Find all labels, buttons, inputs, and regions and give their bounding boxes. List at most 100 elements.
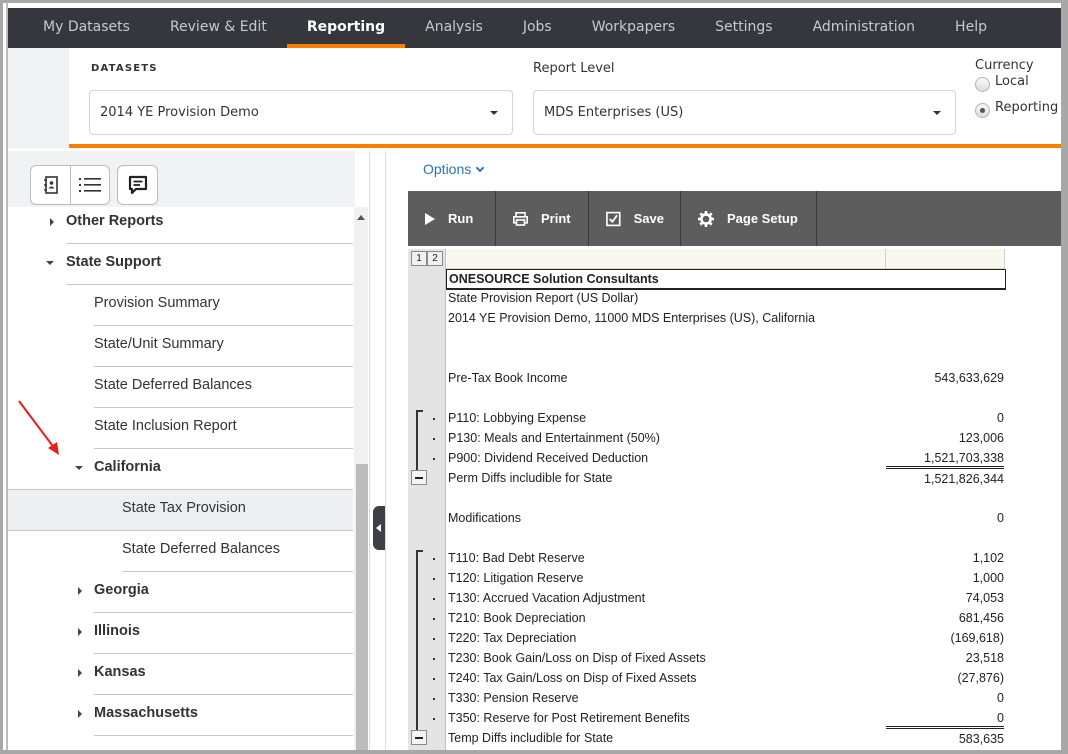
tree-item-illinois[interactable]: Illinois: [8, 613, 353, 654]
row-label: P130: Meals and Entertainment (50%): [448, 431, 660, 445]
caret-down-icon: [490, 111, 498, 115]
list-view-button[interactable]: [70, 166, 109, 204]
row-value: 1,521,703,338: [924, 451, 1004, 465]
currency-group: Currency Local Reporting: [975, 58, 1058, 119]
row-value: 1,521,826,344: [886, 466, 1004, 489]
row-value: 1,102: [972, 551, 1004, 565]
contacts-view-button[interactable]: [31, 166, 70, 204]
outline-dot: [433, 458, 435, 460]
report-subtitle: State Provision Report (US Dollar): [448, 291, 639, 305]
print-button[interactable]: Print: [496, 191, 589, 246]
tree-item-other-reports[interactable]: Other Reports: [8, 207, 353, 244]
caret-right-icon[interactable]: [78, 587, 82, 595]
sidebar-toolbar: [8, 151, 355, 207]
caret-right-icon[interactable]: [78, 710, 82, 718]
nav-workpapers[interactable]: Workpapers: [572, 8, 695, 48]
tree-item-state-tax-provision[interactable]: State Tax Provision: [8, 490, 353, 531]
caret-down-icon[interactable]: [75, 466, 83, 470]
temp-row: T350: Reserve for Post Retirement Benefi…: [448, 708, 1004, 728]
row-value: 0: [997, 711, 1004, 725]
column-header-row: [446, 249, 1005, 269]
nav-my-datasets[interactable]: My Datasets: [8, 8, 150, 48]
caret-right-icon[interactable]: [78, 628, 82, 636]
row-value: 123,006: [958, 431, 1004, 445]
tree-item-kansas[interactable]: Kansas: [8, 654, 353, 695]
caret-down-icon: [933, 111, 941, 115]
collapse-temp-group-button[interactable]: [411, 730, 427, 745]
tree-item-ca-state-deferred-balances[interactable]: State Deferred Balances: [8, 531, 353, 572]
tree-item-state-support[interactable]: State Support: [8, 244, 353, 285]
tree-item-massachusetts[interactable]: Massachusetts: [8, 695, 353, 736]
play-icon: [425, 212, 435, 225]
gear-icon: [698, 210, 714, 227]
run-button[interactable]: Run: [408, 191, 496, 246]
tree-item-label: Other Reports: [66, 213, 164, 229]
save-button[interactable]: Save: [589, 191, 681, 246]
nav-analysis[interactable]: Analysis: [405, 8, 503, 48]
nav-administration[interactable]: Administration: [793, 8, 935, 48]
column-separator: [1004, 249, 1005, 268]
scroll-up-arrow-icon[interactable]: [357, 215, 365, 220]
tree-item-state-unit-summary[interactable]: State/Unit Summary: [8, 326, 353, 367]
nav-review-edit[interactable]: Review & Edit: [150, 8, 287, 48]
currency-option-local[interactable]: Local: [975, 70, 1058, 93]
outline-dot: [433, 638, 435, 640]
outline-level-1-button[interactable]: 1: [411, 251, 427, 266]
temp-total-row: Temp Diffs includible for State 583,635: [448, 726, 1004, 748]
caret-right-icon[interactable]: [50, 218, 54, 226]
temp-row: T330: Pension Reserve 0: [448, 688, 1004, 708]
tree-item-provision-summary[interactable]: Provision Summary: [8, 285, 353, 326]
print-label: Print: [541, 211, 571, 226]
row-value: 543,633,629: [934, 371, 1004, 385]
outline-level-2-button[interactable]: 2: [427, 251, 443, 266]
outline-dot: [433, 418, 435, 420]
currency-option-reporting[interactable]: Reporting: [975, 96, 1058, 119]
temp-row: T220: Tax Depreciation (169,618): [448, 628, 1004, 648]
tree-item-label: Kansas: [94, 664, 146, 680]
options-toggle[interactable]: Options: [423, 161, 485, 177]
printer-icon: [513, 211, 528, 226]
tree-item-georgia[interactable]: Georgia: [8, 572, 353, 613]
row-label: T350: Reserve for Post Retirement Benefi…: [448, 711, 690, 725]
perm-row: P130: Meals and Entertainment (50%) 123,…: [448, 428, 1004, 448]
comment-icon: [128, 175, 147, 195]
page-setup-button[interactable]: Page Setup: [681, 191, 817, 246]
nav-help[interactable]: Help: [935, 8, 1007, 48]
report-context: 2014 YE Provision Demo, 11000 MDS Enterp…: [448, 311, 816, 325]
dataset-select[interactable]: 2014 YE Provision Demo: [89, 90, 513, 135]
sidebar-scrollbar[interactable]: [354, 207, 368, 750]
temp-row: T110: Bad Debt Reserve 1,102: [448, 548, 1004, 568]
radio-local[interactable]: [975, 76, 990, 92]
nav-jobs[interactable]: Jobs: [503, 8, 572, 48]
nav-settings[interactable]: Settings: [695, 8, 792, 48]
row-value: 1,000: [972, 571, 1004, 585]
comments-button[interactable]: [118, 166, 157, 204]
radio-reporting[interactable]: [975, 102, 990, 118]
top-nav: My Datasets Review & Edit Reporting Anal…: [8, 8, 1061, 48]
tree-item-label: State Tax Provision: [122, 500, 246, 516]
divider: [94, 735, 353, 736]
selector-panel: DATASETS 2014 YE Provision Demo Report L…: [69, 48, 1061, 148]
scrollbar-thumb[interactable]: [356, 464, 368, 750]
comment-group: [117, 165, 158, 205]
tree-item-label: State/Unit Summary: [94, 336, 224, 352]
report-title-cell[interactable]: ONESOURCE Solution Consultants: [446, 269, 1006, 290]
row-value: 0: [997, 411, 1004, 425]
outline-dot: [433, 698, 435, 700]
row-label: T120: Litigation Reserve: [448, 571, 584, 585]
report-level-select[interactable]: MDS Enterprises (US): [533, 90, 956, 135]
row-label: P900: Dividend Received Deduction: [448, 451, 649, 465]
caret-down-icon[interactable]: [46, 261, 54, 265]
row-label: T130: Accrued Vacation Adjustment: [448, 591, 646, 605]
row-label: Temp Diffs includible for State: [448, 731, 614, 745]
collapse-perm-group-button[interactable]: [411, 470, 427, 485]
caret-right-icon[interactable]: [78, 669, 82, 677]
temp-row: T210: Book Depreciation 681,456: [448, 608, 1004, 628]
collapse-sidebar-button[interactable]: [373, 506, 385, 550]
row-value: (27,876): [957, 671, 1004, 685]
radio-reporting-label: Reporting: [995, 100, 1059, 115]
report-sheet: 1 2 ONESOURCE Solution Consultants State…: [408, 249, 1061, 750]
tree-item-label: Provision Summary: [94, 295, 220, 311]
save-label: Save: [633, 211, 664, 226]
nav-reporting[interactable]: Reporting: [286, 8, 406, 48]
